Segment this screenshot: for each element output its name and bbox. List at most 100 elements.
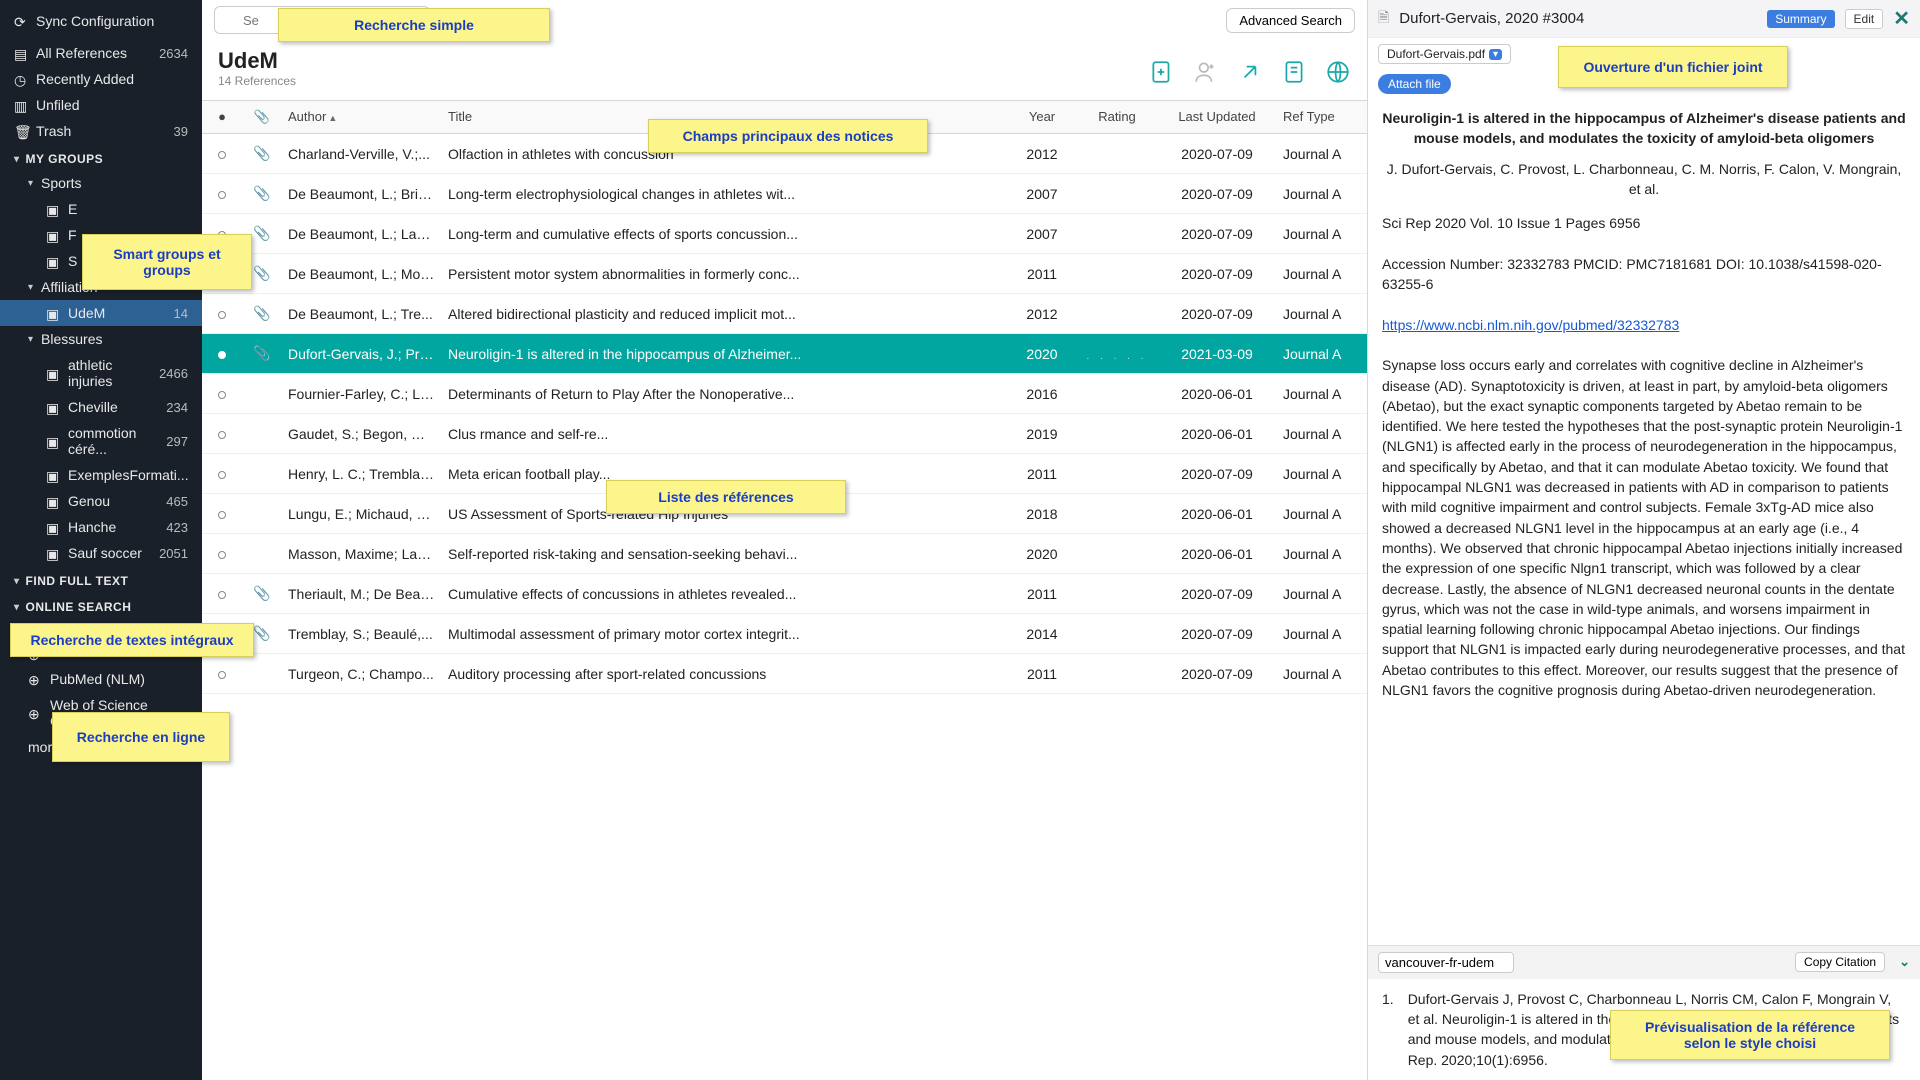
table-row[interactable]: 📎De Beaumont, L.; Lass...Long-term and c… [202,214,1367,254]
cell-updated: 2020-07-09 [1157,138,1277,170]
unread-dot-icon [218,591,226,599]
cell-updated: 2020-07-09 [1157,618,1277,650]
group-icon: ▣ [46,254,60,268]
chevron-down-icon: ▾ [14,576,20,587]
cell-author: Dufort-Gervais, J.; Pro... [282,338,442,370]
cell-author: Tremblay, S.; Beaulé,... [282,618,442,650]
paperclip-icon: 📎 [253,345,270,361]
group-blessures[interactable]: ▾Blessures [0,326,202,352]
online-search-header[interactable]: ▾ONLINE SEARCH [0,592,202,618]
trash[interactable]: 🗑 Trash 39 [0,118,202,144]
cell-type: Journal A [1277,258,1367,290]
table-row[interactable]: Turgeon, C.; Champo...Auditory processin… [202,654,1367,694]
table-row[interactable]: 📎Theriault, M.; De Beau...Cumulative eff… [202,574,1367,614]
cell-updated: 2021-03-09 [1157,338,1277,370]
table-row[interactable]: 📎De Beaumont, L.; Mon...Persistent motor… [202,254,1367,294]
table-row[interactable]: 📎Tremblay, S.; Beaulé,...Multimodal asse… [202,614,1367,654]
group-icon: ▣ [46,520,60,534]
unfiled[interactable]: ▥ Unfiled [0,92,202,118]
table-row[interactable]: 📎Dufort-Gervais, J.; Pro...Neuroligin-1 … [202,334,1367,374]
group-item[interactable]: ▣Genou465 [0,488,202,514]
online-icon[interactable] [1325,59,1351,88]
table-row[interactable]: Gaudet, S.; Begon, M.;...Clus rmance and… [202,414,1367,454]
cell-year: 2012 [1007,138,1077,170]
cell-author: Masson, Maxime; Lam... [282,538,442,570]
callout-online: Recherche en ligne [52,712,230,762]
group-item[interactable]: ▣athletic injuries2466 [0,352,202,394]
cell-updated: 2020-07-09 [1157,458,1277,490]
cell-rating [1077,386,1157,402]
group-sports-item[interactable]: ▣E [0,196,202,222]
chevron-down-icon: ▾ [14,602,20,613]
export-icon[interactable] [1281,59,1307,88]
sidebar: ⟳ Sync Configuration ▤ All References 26… [0,0,202,1080]
ref-source: Sci Rep 2020 Vol. 10 Issue 1 Pages 6956 [1382,213,1906,233]
cell-updated: 2020-06-01 [1157,538,1277,570]
sync-icon: ⟳ [14,14,28,28]
col-updated[interactable]: Last Updated [1157,101,1277,133]
chevron-down-icon: ▾ [14,154,20,165]
online-source[interactable]: ⊕PubMed (NLM) [0,666,202,692]
cell-year: 2011 [1007,458,1077,490]
ref-url[interactable]: https://www.ncbi.nlm.nih.gov/pubmed/3233… [1382,317,1679,333]
edit-tab[interactable]: Edit [1845,9,1884,29]
table-row[interactable]: Masson, Maxime; Lam...Self-reported risk… [202,534,1367,574]
my-groups-header[interactable]: ▾MY GROUPS [0,144,202,170]
cell-type: Journal A [1277,338,1367,370]
cell-author: De Beaumont, L.; Bris... [282,178,442,210]
add-member-icon[interactable] [1193,59,1219,88]
sync-config[interactable]: ⟳ Sync Configuration [0,8,202,34]
cell-author: De Beaumont, L.; Mon... [282,258,442,290]
cell-rating [1077,546,1157,562]
recent-label: Recently Added [36,71,134,87]
col-rating[interactable]: Rating [1077,101,1157,133]
copy-citation-button[interactable]: Copy Citation [1795,952,1885,972]
group-item[interactable]: ▣Sauf soccer2051 [0,540,202,566]
advanced-search-button[interactable]: Advanced Search [1226,8,1355,33]
unread-dot-icon [218,511,226,519]
ref-title: Neuroligin-1 is altered in the hippocamp… [1382,108,1906,149]
col-unread[interactable]: ● [202,101,242,133]
cell-title: Persistent motor system abnormalities in… [442,258,1007,290]
table-row[interactable]: 📎De Beaumont, L.; Tre...Altered bidirect… [202,294,1367,334]
chevron-down-icon[interactable]: ▾ [1489,49,1502,60]
unread-dot-icon [218,191,226,199]
group-item[interactable]: ▣Cheville234 [0,394,202,420]
cell-updated: 2020-07-09 [1157,298,1277,330]
all-references[interactable]: ▤ All References 2634 [0,40,202,66]
group-sports[interactable]: ▾Sports [0,170,202,196]
table-row[interactable]: Fournier-Farley, C.; La...Determinants o… [202,374,1367,414]
col-author[interactable]: Author▲ [282,101,442,133]
cell-year: 2011 [1007,258,1077,290]
new-reference-icon[interactable] [1149,59,1175,88]
detail-title: Dufort-Gervais, 2020 #3004 [1399,10,1757,27]
cell-rating [1077,626,1157,642]
recently-added[interactable]: ◷ Recently Added [0,66,202,92]
group-item[interactable]: ▣Hanche423 [0,514,202,540]
group-item[interactable]: ▣ExemplesFormati... [0,462,202,488]
table-row[interactable]: 📎De Beaumont, L.; Bris...Long-term elect… [202,174,1367,214]
cell-type: Journal A [1277,298,1367,330]
find-fulltext-header[interactable]: ▾FIND FULL TEXT [0,566,202,592]
cell-type: Journal A [1277,538,1367,570]
group-icon: ▣ [46,494,60,508]
attachment-chip[interactable]: Dufort-Gervais.pdf▾ [1378,44,1511,64]
chevron-down-icon[interactable]: ⌄ [1899,954,1910,970]
citation-style-select[interactable]: vancouver-fr-udem [1378,952,1514,973]
share-icon[interactable] [1237,59,1263,88]
paperclip-icon: 📎 [253,185,270,201]
close-icon[interactable]: ✕ [1893,6,1910,31]
unread-dot-icon [218,551,226,559]
attach-file-button[interactable]: Attach file [1378,74,1451,94]
cell-author: Theriault, M.; De Beau... [282,578,442,610]
group-udem[interactable]: ▣UdeM14 [0,300,202,326]
cell-type: Journal A [1277,218,1367,250]
unread-dot-icon [218,151,226,159]
unread-dot-icon [218,671,226,679]
group-item[interactable]: ▣commotion céré...297 [0,420,202,462]
cell-title: Self-reported risk-taking and sensation-… [442,538,1007,570]
col-year[interactable]: Year [1007,101,1077,133]
col-attachment[interactable]: 📎 [242,101,282,133]
col-type[interactable]: Ref Type [1277,101,1367,133]
summary-tab[interactable]: Summary [1767,10,1834,28]
